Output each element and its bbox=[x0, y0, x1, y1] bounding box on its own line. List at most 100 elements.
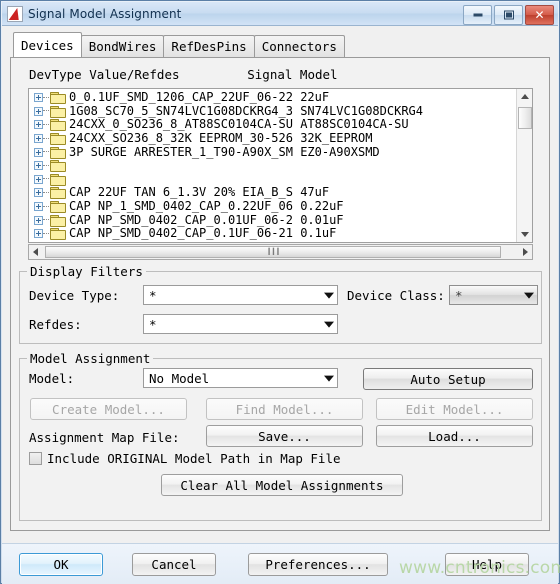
device-class-label: Device Class: bbox=[347, 288, 445, 303]
refdes-combo[interactable]: * bbox=[143, 314, 338, 334]
table-row[interactable]: 1G08_SC70_5_SN74LVC1G08DCKRG4_3 SN74LVC1… bbox=[29, 104, 515, 119]
save-button[interactable]: Save... bbox=[206, 425, 363, 447]
model-value: No Model bbox=[149, 370, 210, 386]
expand-plus-icon[interactable] bbox=[34, 134, 43, 144]
triangle-right-icon bbox=[523, 248, 528, 256]
device-class-value: * bbox=[455, 287, 463, 303]
find-model-button[interactable]: Find Model... bbox=[206, 398, 363, 420]
vertical-scrollbar[interactable] bbox=[516, 89, 532, 242]
model-label: Model: bbox=[29, 371, 75, 386]
device-class-combo[interactable]: * bbox=[449, 285, 538, 305]
chevron-down-icon[interactable] bbox=[320, 369, 337, 387]
triangle-down-icon bbox=[521, 232, 529, 237]
list-column-headers: DevType Value/Refdes Signal Model bbox=[29, 67, 338, 82]
folder-icon bbox=[50, 214, 66, 227]
table-row[interactable]: CAP NP_SMD_0402_CAP_0.1UF_06-21 0.1uF bbox=[29, 227, 515, 241]
expand-plus-icon[interactable] bbox=[34, 229, 43, 239]
devices-tab-panel: DevType Value/Refdes Signal Model 0_0.1U… bbox=[10, 57, 550, 531]
checkbox-icon[interactable] bbox=[29, 452, 42, 465]
table-row[interactable]: CAP NP_SMD_0402_CAP_0.01UF_06-2 0.01uF bbox=[29, 213, 515, 227]
tree-connector-icon bbox=[43, 205, 49, 208]
ok-button[interactable]: OK bbox=[19, 553, 103, 576]
device-type-value: * bbox=[149, 287, 157, 303]
triangle-up-icon bbox=[521, 94, 529, 99]
row-label: 3P SURGE ARRESTER_1_T90-A90X_SM EZ0-A90X… bbox=[69, 144, 380, 159]
table-row[interactable]: 3P SURGE ARRESTER_1_T90-A90X_SM EZ0-A90X… bbox=[29, 145, 515, 159]
table-row[interactable] bbox=[29, 159, 515, 173]
tab-devices[interactable]: Devices bbox=[13, 32, 82, 57]
minimize-button[interactable] bbox=[463, 5, 492, 25]
refdes-value: * bbox=[149, 316, 157, 332]
expand-plus-icon[interactable] bbox=[34, 161, 43, 171]
app-icon bbox=[7, 5, 23, 22]
clear-all-model-assignments-button[interactable]: Clear All Model Assignments bbox=[161, 474, 403, 496]
tree-connector-icon bbox=[43, 96, 49, 99]
close-button[interactable]: ✕ bbox=[525, 5, 554, 25]
row-label: 24CXX_0_SO236_8_AT88SC0104CA-SU AT88SC01… bbox=[69, 117, 409, 132]
horizontal-scrollbar[interactable]: ❙❙❙ bbox=[28, 244, 533, 260]
tree-connector-icon bbox=[43, 191, 49, 194]
edit-model-button[interactable]: Edit Model... bbox=[376, 398, 533, 420]
device-tree-list[interactable]: 0_0.1UF_SMD_1206_CAP_22UF_06-22 22uF 1G0… bbox=[28, 88, 533, 243]
expand-plus-icon[interactable] bbox=[34, 93, 43, 103]
create-model-button[interactable]: Create Model... bbox=[30, 398, 187, 420]
dialog-body: Devices BondWires RefDesPins Connectors … bbox=[2, 26, 558, 543]
maximize-button[interactable] bbox=[494, 5, 523, 25]
auto-setup-button[interactable]: Auto Setup bbox=[363, 368, 533, 390]
refdes-label: Refdes: bbox=[29, 317, 82, 332]
row-label: CAP 22UF TAN 6_1.3V 20% EIA_B_S 47uF bbox=[69, 185, 330, 200]
folder-icon bbox=[50, 119, 66, 132]
row-label: CAP NP_SMD_0402_CAP_0.1UF_06-21 0.1uF bbox=[69, 226, 337, 241]
signal-model-assignment-window: Signal Model Assignment ✕ Devices BondWi… bbox=[0, 0, 560, 584]
tree-connector-icon bbox=[43, 232, 49, 235]
cancel-button[interactable]: Cancel bbox=[132, 553, 216, 576]
table-row[interactable]: 24CXX_SO236_8_32K EEPROM_30-526 32K_EEPR… bbox=[29, 132, 515, 146]
device-type-combo[interactable]: * bbox=[143, 285, 338, 305]
table-row[interactable]: CAP NP_1_SMD_0402_CAP_0.22UF_06 0.22uF bbox=[29, 200, 515, 214]
horizontal-scrollbar-thumb[interactable]: ❙❙❙ bbox=[45, 246, 501, 258]
table-row[interactable] bbox=[29, 173, 515, 187]
chevron-down-icon[interactable] bbox=[320, 315, 337, 333]
expand-plus-icon[interactable] bbox=[34, 215, 43, 225]
scroll-down-arrow-icon[interactable] bbox=[517, 226, 532, 242]
folder-icon bbox=[50, 92, 66, 105]
preferences-button[interactable]: Preferences... bbox=[248, 553, 388, 576]
folder-icon bbox=[50, 187, 66, 200]
tab-bondwires[interactable]: BondWires bbox=[80, 35, 165, 57]
dialog-footer: OK Cancel Preferences... Help bbox=[2, 543, 558, 584]
row-label: CAP NP_SMD_0402_CAP_0.01UF_06-2 0.01uF bbox=[69, 212, 344, 227]
vertical-scrollbar-thumb[interactable] bbox=[518, 107, 532, 129]
help-button[interactable]: Help bbox=[445, 553, 529, 576]
tab-connectors[interactable]: Connectors bbox=[253, 35, 345, 57]
expand-plus-icon[interactable] bbox=[34, 106, 43, 116]
scroll-left-arrow-icon[interactable] bbox=[29, 245, 43, 259]
expand-plus-icon[interactable] bbox=[34, 120, 43, 130]
model-assignment-legend: Model Assignment bbox=[27, 351, 154, 366]
tab-refdespins[interactable]: RefDesPins bbox=[163, 35, 255, 57]
table-row[interactable]: 0_0.1UF_SMD_1206_CAP_22UF_06-22 22uF bbox=[29, 91, 515, 105]
assignment-map-file-label: Assignment Map File: bbox=[29, 430, 180, 445]
include-original-model-path-label: Include ORIGINAL Model Path in Map File bbox=[47, 451, 341, 466]
device-type-label: Device Type: bbox=[29, 288, 120, 303]
device-tree-rows: 0_0.1UF_SMD_1206_CAP_22UF_06-22 22uF 1G0… bbox=[29, 91, 515, 241]
load-button[interactable]: Load... bbox=[376, 425, 533, 447]
scrollbar-grip-icon: ❙❙❙ bbox=[266, 247, 280, 257]
expand-plus-icon[interactable] bbox=[34, 174, 43, 184]
folder-icon bbox=[50, 201, 66, 214]
model-combo[interactable]: No Model bbox=[143, 368, 338, 388]
folder-icon bbox=[50, 173, 66, 186]
table-row[interactable]: CAP 22UF TAN 6_1.3V 20% EIA_B_S 47uF bbox=[29, 186, 515, 200]
include-original-model-path-checkbox[interactable]: Include ORIGINAL Model Path in Map File bbox=[29, 451, 341, 466]
table-row[interactable]: 24CXX_0_SO236_8_AT88SC0104CA-SU AT88SC01… bbox=[29, 118, 515, 132]
expand-plus-icon[interactable] bbox=[34, 202, 43, 212]
chevron-down-icon[interactable] bbox=[320, 286, 337, 304]
scroll-right-arrow-icon[interactable] bbox=[518, 245, 532, 259]
minimize-icon bbox=[473, 13, 482, 17]
folder-icon bbox=[50, 160, 66, 173]
model-assignment-group: Model Assignment Model: No Model Auto Se… bbox=[19, 351, 542, 521]
expand-plus-icon[interactable] bbox=[34, 147, 43, 157]
chevron-down-icon[interactable] bbox=[520, 286, 537, 304]
expand-plus-icon[interactable] bbox=[34, 188, 43, 198]
scroll-up-arrow-icon[interactable] bbox=[517, 89, 532, 105]
folder-icon bbox=[50, 133, 66, 146]
